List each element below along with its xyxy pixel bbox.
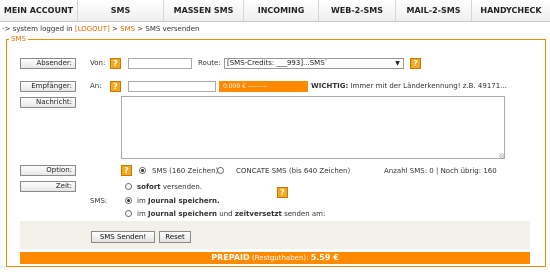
logout-link[interactable]: [LOGOUT] — [75, 25, 110, 33]
message-textarea[interactable] — [121, 96, 505, 159]
nav-massen-sms[interactable]: MASSEN SMS — [164, 0, 244, 21]
zeit-opt3-prefix: im — [137, 210, 148, 218]
help-icon[interactable]: ? — [277, 187, 288, 198]
nav-handycheck[interactable]: HANDYCHECK — [472, 0, 550, 21]
zeit-opt3-journal: Journal speichern — [148, 210, 218, 218]
route-select[interactable]: [SMS-Credits: ___993]...SMS` ▼ — [224, 58, 404, 69]
help-icon[interactable]: ? — [110, 81, 121, 92]
breadcrumb-current: > SMS versenden — [135, 25, 200, 33]
option-concat-radio[interactable] — [217, 167, 224, 174]
zeit-label-button[interactable]: Zeit: — [20, 181, 76, 192]
prepaid-bar: PREPAID (Restguthaben): 5.59 € — [20, 252, 530, 264]
prepaid-sub: (Restguthaben): — [249, 254, 311, 262]
help-icon[interactable]: ? — [410, 58, 421, 69]
chevron-down-icon: ▼ — [395, 60, 400, 67]
zeit-journal-prefix: im — [137, 197, 148, 205]
route-select-value: [SMS-Credits: ___993]...SMS` — [227, 59, 329, 67]
zeit-opt3-zeitversetzt: zeitversetzt — [234, 210, 282, 218]
absender-label-button[interactable]: Absender: — [20, 58, 76, 69]
option-sms-label: SMS (160 Zeichen) — [152, 167, 219, 175]
an-label: An: — [90, 82, 102, 90]
reset-button[interactable]: Reset — [159, 231, 191, 243]
nachricht-label-button[interactable]: Nachricht: — [20, 97, 76, 108]
wichtig-label: WICHTIG: — [311, 82, 349, 90]
zeit-sofort-text: versenden. — [160, 183, 202, 191]
zeit-zeitversetzt-radio[interactable] — [125, 210, 132, 217]
prepaid-label: PREPAID — [211, 253, 250, 262]
route-label: Route: — [198, 59, 221, 67]
wichtig-notice: WICHTIG: Immer mit der Länderkennung! z.… — [311, 82, 507, 90]
zeit-journal-radio[interactable] — [125, 197, 132, 204]
option-label-button[interactable]: Option: — [20, 165, 76, 176]
panel-legend: SMS — [9, 35, 28, 43]
zeit-opt3-und: und — [217, 210, 235, 218]
sms-counter: Anzahl SMS: 0 | Noch übrig: 160 — [384, 167, 497, 175]
empfaenger-input[interactable] — [128, 81, 216, 92]
zeit-sofort-radio[interactable] — [125, 183, 132, 190]
breadcrumb-prefix: -> system logged in — [2, 25, 75, 33]
zeit-sofort-label: sofort versenden. — [137, 183, 202, 191]
option-sms-radio[interactable] — [139, 167, 146, 174]
nav-web-2-sms[interactable]: WEB-2-SMS — [319, 0, 396, 21]
help-icon[interactable]: ? — [110, 58, 121, 69]
breadcrumb-separator: > — [109, 25, 121, 33]
zeit-sofort-bold: sofort — [137, 183, 161, 191]
empfaenger-label-button[interactable]: Empfänger: — [20, 81, 76, 92]
nav-sms[interactable]: SMS — [78, 0, 164, 21]
zeit-journal-bold: Journal speichern. — [148, 197, 220, 205]
prepaid-amount: 5.59 € — [310, 253, 339, 262]
resize-handle-icon[interactable] — [499, 153, 504, 158]
option-concat-label: CONCATE SMS (bis 640 Zeichen) — [236, 167, 351, 175]
nav-mein-account[interactable]: MEIN ACCOUNT — [0, 0, 78, 21]
breadcrumb: -> system logged in [LOGOUT] > SMS > SMS… — [2, 25, 199, 33]
nav-incoming[interactable]: INCOMING — [244, 0, 319, 21]
wichtig-text: Immer mit der Länderkennung! z.B. 49171.… — [348, 82, 507, 90]
top-navigation: MEIN ACCOUNT SMS MASSEN SMS INCOMING WEB… — [0, 0, 550, 22]
zeit-journal-label: im Journal speichern. — [137, 197, 220, 205]
zeit-opt3-suffix: senden am: — [281, 210, 326, 218]
absender-input[interactable] — [128, 58, 192, 69]
help-icon[interactable]: ? — [121, 165, 132, 176]
nav-mail-2-sms[interactable]: MAIL-2-SMS — [396, 0, 472, 21]
zeit-zeitversetzt-label: im Journal speichern und zeitversetzt se… — [137, 210, 325, 218]
balance-bar: 0.000 € --------- — [219, 81, 308, 92]
sms-label: SMS: — [90, 197, 108, 205]
send-sms-button[interactable]: SMS Senden! — [91, 231, 155, 243]
breadcrumb-sms-link[interactable]: SMS — [120, 25, 135, 33]
von-label: Von: — [90, 59, 106, 67]
